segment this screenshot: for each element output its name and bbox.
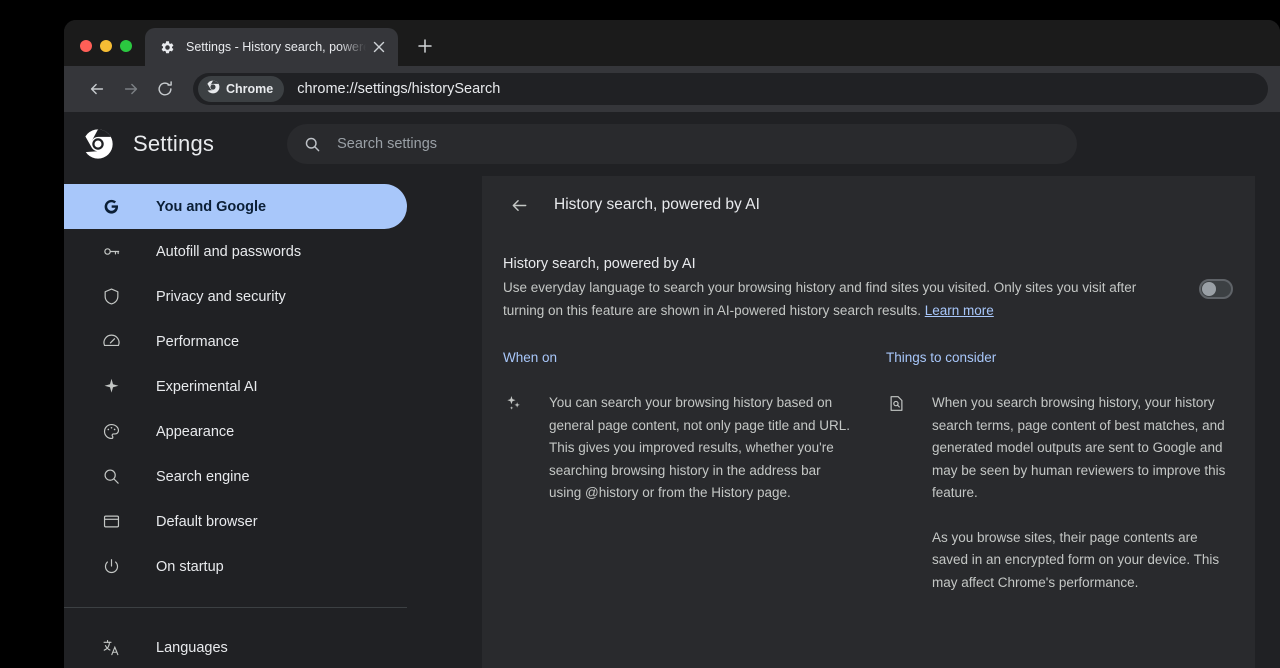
key-icon xyxy=(100,241,122,263)
column-title: When on xyxy=(503,350,558,365)
sidebar-item-label: You and Google xyxy=(156,198,267,215)
sidebar-item-label: Privacy and security xyxy=(156,288,286,305)
history-search-setting-row: History search, powered by AI Use everyd… xyxy=(482,234,1255,322)
power-icon xyxy=(100,556,122,578)
subpage-header: History search, powered by AI xyxy=(482,176,1255,234)
chrome-logo-icon xyxy=(206,80,220,99)
browser-toolbar: Chrome chrome://settings/historySearch xyxy=(64,66,1280,112)
info-paragraph: When you search browsing history, your h… xyxy=(932,395,1226,500)
info-columns: When on You can search your browsing his… xyxy=(482,322,1255,594)
window-close-button[interactable] xyxy=(80,40,92,52)
sidebar-divider xyxy=(64,607,407,608)
setting-text-block: History search, powered by AI Use everyd… xyxy=(503,256,1177,322)
chrome-logo-icon xyxy=(82,128,114,160)
magnifier-icon xyxy=(100,466,122,488)
back-arrow-icon[interactable] xyxy=(502,188,536,222)
browser-tab[interactable]: Settings - History search, powered by AI xyxy=(145,28,398,66)
browser-window-icon xyxy=(100,511,122,533)
sidebar-item-autofill-and-passwords[interactable]: Autofill and passwords xyxy=(64,229,407,274)
sidebar-item-label: Search engine xyxy=(156,468,250,485)
origin-chip[interactable]: Chrome xyxy=(198,76,285,102)
translate-icon xyxy=(100,637,122,659)
settings-header: Settings Search settings xyxy=(64,112,1280,176)
sidebar-item-label: Languages xyxy=(156,639,228,656)
address-bar-url[interactable]: chrome://settings/historySearch xyxy=(297,81,500,97)
settings-body: You and Google Autofill and passwords Pr… xyxy=(64,176,1280,668)
settings-content-card: History search, powered by AI History se… xyxy=(482,176,1255,668)
gear-icon xyxy=(159,39,175,55)
search-icon xyxy=(304,136,321,153)
settings-sidebar: You and Google Autofill and passwords Pr… xyxy=(64,176,482,668)
sidebar-item-search-engine[interactable]: Search engine xyxy=(64,454,407,499)
when-on-column: When on You can search your browsing his… xyxy=(503,350,850,594)
toggle-knob xyxy=(1202,282,1216,296)
search-settings-field[interactable]: Search settings xyxy=(287,124,1078,164)
sparkle-icon xyxy=(100,376,122,398)
traffic-light-controls xyxy=(64,40,145,66)
browser-window: Settings - History search, powered by AI xyxy=(64,20,1280,668)
google-g-icon xyxy=(100,196,122,218)
sidebar-item-you-and-google[interactable]: You and Google xyxy=(64,184,407,229)
tab-strip: Settings - History search, powered by AI xyxy=(64,20,1280,66)
sidebar-item-performance[interactable]: Performance xyxy=(64,319,407,364)
info-paragraph: You can search your browsing history bas… xyxy=(549,395,850,500)
search-input[interactable]: Search settings xyxy=(337,136,437,152)
speedometer-icon xyxy=(100,331,122,353)
reload-icon[interactable] xyxy=(148,72,182,106)
sidebar-item-label: On startup xyxy=(156,558,224,575)
close-icon[interactable] xyxy=(368,36,390,58)
sidebar-item-label: Appearance xyxy=(156,423,235,440)
column-title: Things to consider xyxy=(886,350,997,365)
document-search-icon xyxy=(886,393,906,413)
sidebar-item-languages[interactable]: Languages xyxy=(64,625,407,668)
history-search-toggle[interactable] xyxy=(1199,279,1233,299)
shield-icon xyxy=(100,286,122,308)
learn-more-link[interactable]: Learn more xyxy=(925,303,994,318)
palette-icon xyxy=(100,421,122,443)
settings-page: Settings Search settings You and Google … xyxy=(64,112,1280,668)
sidebar-item-label: Performance xyxy=(156,333,240,350)
sidebar-item-privacy-and-security[interactable]: Privacy and security xyxy=(64,274,407,319)
things-to-consider-column: Things to consider When you search brows… xyxy=(886,350,1233,594)
sidebar-item-appearance[interactable]: Appearance xyxy=(64,409,407,454)
info-paragraph: As you browse sites, their page contents… xyxy=(932,529,1220,590)
info-entry-body: When you search browsing history, your h… xyxy=(932,392,1233,594)
setting-description-text: Use everyday language to search your bro… xyxy=(503,280,1137,318)
info-entry: You can search your browsing history bas… xyxy=(503,392,850,505)
sidebar-item-experimental-ai[interactable]: Experimental AI xyxy=(64,364,407,409)
setting-description: Use everyday language to search your bro… xyxy=(503,277,1177,322)
address-bar[interactable]: Chrome chrome://settings/historySearch xyxy=(193,73,1268,105)
sidebar-item-default-browser[interactable]: Default browser xyxy=(64,499,407,544)
subpage-title: History search, powered by AI xyxy=(554,196,760,213)
sidebar-item-label: Default browser xyxy=(156,513,258,530)
sidebar-item-label: Experimental AI xyxy=(156,378,258,395)
window-minimize-button[interactable] xyxy=(100,40,112,52)
window-maximize-button[interactable] xyxy=(120,40,132,52)
sidebar-item-label: Autofill and passwords xyxy=(156,243,302,260)
back-navigation-icon[interactable] xyxy=(80,72,114,106)
sidebar-item-on-startup[interactable]: On startup xyxy=(64,544,407,589)
sparkle-icon xyxy=(503,393,523,413)
new-tab-button[interactable] xyxy=(410,31,440,61)
tab-title: Settings - History search, powered by AI xyxy=(186,40,368,54)
page-title: Settings xyxy=(133,131,215,156)
setting-label: History search, powered by AI xyxy=(503,256,696,272)
origin-chip-label: Chrome xyxy=(226,82,274,96)
info-entry: When you search browsing history, your h… xyxy=(886,392,1233,594)
forward-navigation-icon[interactable] xyxy=(114,72,148,106)
info-entry-body: You can search your browsing history bas… xyxy=(549,392,850,505)
